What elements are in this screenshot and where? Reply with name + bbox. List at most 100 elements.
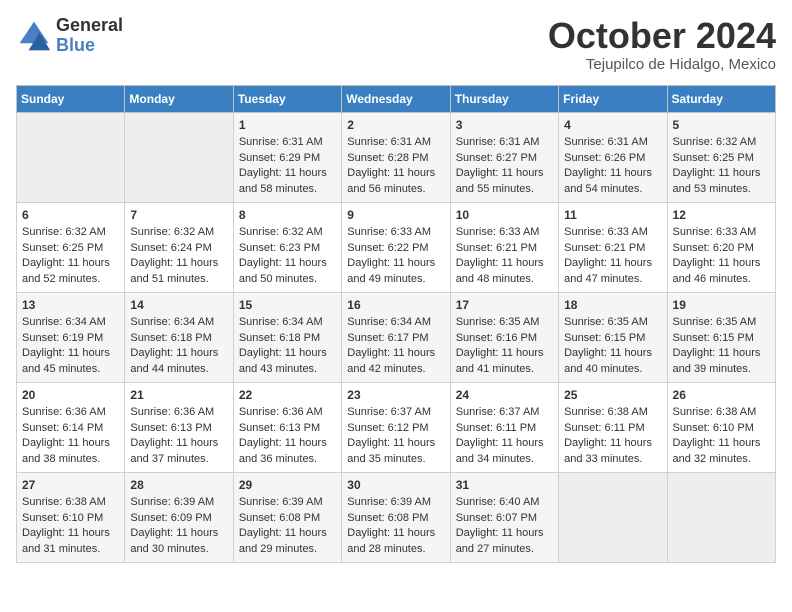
sunset-text: Sunset: 6:09 PM xyxy=(130,512,211,524)
sunset-text: Sunset: 6:10 PM xyxy=(673,422,754,434)
calendar-cell: 6 Sunrise: 6:32 AM Sunset: 6:25 PM Daylight… xyxy=(17,202,125,292)
sunrise-text: Sunrise: 6:31 AM xyxy=(347,136,431,148)
sunset-text: Sunset: 6:11 PM xyxy=(456,422,537,434)
daylight-text: Daylight: 11 hours and 52 minutes. xyxy=(22,257,110,284)
calendar-week-row: 27Sunrise: 6:38 AMSunset: 6:10 PMDayligh… xyxy=(17,472,776,562)
sunset-text: Sunset: 6:18 PM xyxy=(130,332,211,344)
daylight-text: Daylight: 11 hours and 44 minutes. xyxy=(130,347,218,374)
sunrise-text: Sunrise: 6:36 AM xyxy=(130,406,214,418)
daylight-text: Daylight: 11 hours and 49 minutes. xyxy=(347,257,435,284)
daylight-text: Daylight: 11 hours and 36 minutes. xyxy=(239,437,327,464)
logo: General Blue xyxy=(16,16,123,56)
sunrise-text: Sunrise: 6:40 AM xyxy=(456,496,540,508)
calendar-cell: 30Sunrise: 6:39 AMSunset: 6:08 PMDayligh… xyxy=(342,472,450,562)
calendar-cell: 18Sunrise: 6:35 AMSunset: 6:15 PMDayligh… xyxy=(559,292,667,382)
sunset-text: Sunset: 6:15 PM xyxy=(673,332,754,344)
sunrise-text: Sunrise: 6:36 AM xyxy=(22,406,106,418)
daylight-text: Daylight: 11 hours and 31 minutes. xyxy=(22,527,110,554)
sunset-text: Sunset: 6:26 PM xyxy=(564,152,645,164)
calendar-cell xyxy=(667,472,775,562)
daylight-text: Daylight: 11 hours and 42 minutes. xyxy=(347,347,435,374)
day-number: 23 xyxy=(347,387,444,404)
calendar-cell: 20Sunrise: 6:36 AMSunset: 6:14 PMDayligh… xyxy=(17,382,125,472)
day-number: 28 xyxy=(130,477,227,494)
sunset-text: Sunset: 6:16 PM xyxy=(456,332,537,344)
calendar-cell: 31Sunrise: 6:40 AMSunset: 6:07 PMDayligh… xyxy=(450,472,558,562)
sunrise-text: Sunrise: 6:33 AM xyxy=(564,226,648,238)
logo-general-text: General xyxy=(56,16,123,36)
day-number: 18 xyxy=(564,297,661,314)
sunrise-text: Sunrise: 6:38 AM xyxy=(673,406,757,418)
sunset-text: Sunset: 6:28 PM xyxy=(347,152,428,164)
day-number: 25 xyxy=(564,387,661,404)
calendar-cell: 19Sunrise: 6:35 AMSunset: 6:15 PMDayligh… xyxy=(667,292,775,382)
calendar-cell: 28Sunrise: 6:39 AMSunset: 6:09 PMDayligh… xyxy=(125,472,233,562)
day-number: 6 xyxy=(22,207,119,224)
sunset-text: Sunset: 6:23 PM xyxy=(239,242,320,254)
daylight-text: Daylight: 11 hours and 33 minutes. xyxy=(564,437,652,464)
calendar-cell xyxy=(17,112,125,202)
calendar-cell: 29Sunrise: 6:39 AMSunset: 6:08 PMDayligh… xyxy=(233,472,341,562)
calendar-cell: 14Sunrise: 6:34 AMSunset: 6:18 PMDayligh… xyxy=(125,292,233,382)
weekday-header-tuesday: Tuesday xyxy=(233,85,341,112)
calendar-week-row: 20Sunrise: 6:36 AMSunset: 6:14 PMDayligh… xyxy=(17,382,776,472)
calendar-cell: 2Sunrise: 6:31 AMSunset: 6:28 PMDaylight… xyxy=(342,112,450,202)
daylight-text: Daylight: 11 hours and 48 minutes. xyxy=(456,257,544,284)
day-number: 14 xyxy=(130,297,227,314)
day-number: 3 xyxy=(456,117,553,134)
daylight-text: Daylight: 11 hours and 40 minutes. xyxy=(564,347,652,374)
sunset-text: Sunset: 6:27 PM xyxy=(456,152,537,164)
weekday-header-friday: Friday xyxy=(559,85,667,112)
calendar-week-row: 13Sunrise: 6:34 AMSunset: 6:19 PMDayligh… xyxy=(17,292,776,382)
calendar-cell xyxy=(125,112,233,202)
sunset-text: Sunset: 6:19 PM xyxy=(22,332,103,344)
calendar-cell: 4Sunrise: 6:31 AMSunset: 6:26 PMDaylight… xyxy=(559,112,667,202)
calendar-cell: 21Sunrise: 6:36 AMSunset: 6:13 PMDayligh… xyxy=(125,382,233,472)
daylight-text: Daylight: 11 hours and 58 minutes. xyxy=(239,167,327,194)
calendar-cell: 13Sunrise: 6:34 AMSunset: 6:19 PMDayligh… xyxy=(17,292,125,382)
daylight-text: Daylight: 11 hours and 30 minutes. xyxy=(130,527,218,554)
daylight-text: Daylight: 11 hours and 41 minutes. xyxy=(456,347,544,374)
day-number: 20 xyxy=(22,387,119,404)
day-number: 17 xyxy=(456,297,553,314)
daylight-text: Daylight: 11 hours and 29 minutes. xyxy=(239,527,327,554)
sunset-text: Sunset: 6:13 PM xyxy=(130,422,211,434)
weekday-header-thursday: Thursday xyxy=(450,85,558,112)
sunrise-text: Sunrise: 6:32 AM xyxy=(22,226,106,238)
sunset-text: Sunset: 6:20 PM xyxy=(673,242,754,254)
month-title: October 2024 xyxy=(548,16,776,56)
calendar-cell: 24Sunrise: 6:37 AMSunset: 6:11 PMDayligh… xyxy=(450,382,558,472)
sunset-text: Sunset: 6:21 PM xyxy=(456,242,537,254)
sunset-text: Sunset: 6:17 PM xyxy=(347,332,428,344)
calendar-week-row: 6 Sunrise: 6:32 AM Sunset: 6:25 PM Daylight… xyxy=(17,202,776,292)
day-number: 19 xyxy=(673,297,770,314)
logo-icon xyxy=(16,18,52,54)
weekday-header-row: SundayMondayTuesdayWednesdayThursdayFrid… xyxy=(17,85,776,112)
location: Tejupilco de Hidalgo, Mexico xyxy=(548,56,776,73)
logo-text: General Blue xyxy=(56,16,123,56)
day-number: 16 xyxy=(347,297,444,314)
sunset-text: Sunset: 6:18 PM xyxy=(239,332,320,344)
sunrise-text: Sunrise: 6:32 AM xyxy=(673,136,757,148)
calendar-cell: 8Sunrise: 6:32 AMSunset: 6:23 PMDaylight… xyxy=(233,202,341,292)
calendar-cell: 3Sunrise: 6:31 AMSunset: 6:27 PMDaylight… xyxy=(450,112,558,202)
calendar-cell: 27Sunrise: 6:38 AMSunset: 6:10 PMDayligh… xyxy=(17,472,125,562)
daylight-text: Daylight: 11 hours and 38 minutes. xyxy=(22,437,110,464)
weekday-header-monday: Monday xyxy=(125,85,233,112)
sunrise-text: Sunrise: 6:31 AM xyxy=(239,136,323,148)
day-number: 26 xyxy=(673,387,770,404)
calendar-cell: 22Sunrise: 6:36 AMSunset: 6:13 PMDayligh… xyxy=(233,382,341,472)
sunset-text: Sunset: 6:22 PM xyxy=(347,242,428,254)
sunset-text: Sunset: 6:11 PM xyxy=(564,422,645,434)
sunset-text: Sunset: 6:08 PM xyxy=(347,512,428,524)
calendar-cell: 23Sunrise: 6:37 AMSunset: 6:12 PMDayligh… xyxy=(342,382,450,472)
calendar-cell: 10Sunrise: 6:33 AMSunset: 6:21 PMDayligh… xyxy=(450,202,558,292)
daylight-text: Daylight: 11 hours and 32 minutes. xyxy=(673,437,761,464)
daylight-text: Daylight: 11 hours and 50 minutes. xyxy=(239,257,327,284)
day-number: 13 xyxy=(22,297,119,314)
daylight-text: Daylight: 11 hours and 28 minutes. xyxy=(347,527,435,554)
day-number: 9 xyxy=(347,207,444,224)
logo-blue-text: Blue xyxy=(56,36,123,56)
day-number: 30 xyxy=(347,477,444,494)
sunset-text: Sunset: 6:25 PM xyxy=(22,242,103,254)
